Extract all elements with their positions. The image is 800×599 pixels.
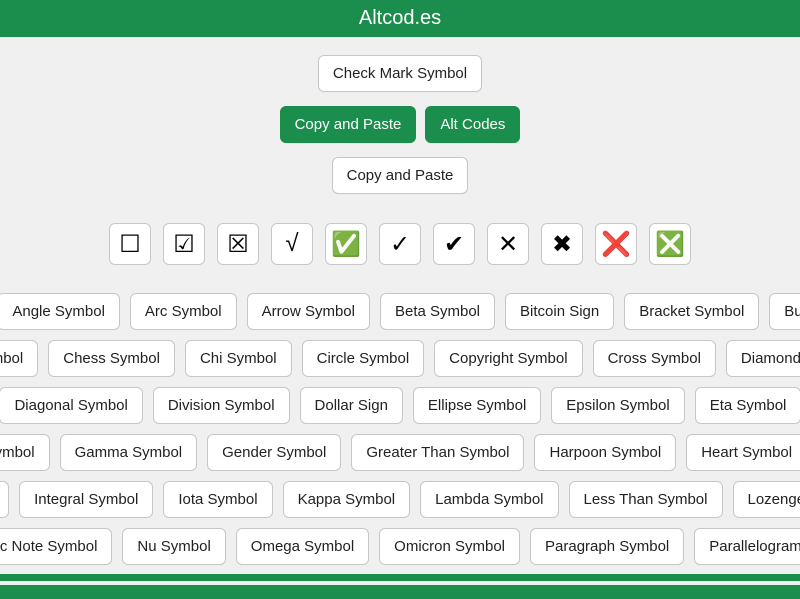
symbol-cross-mark-red[interactable]: ❌ <box>595 223 637 265</box>
symbol-check-light[interactable]: ✓ <box>379 223 421 265</box>
footer-bar <box>0 585 800 599</box>
symbol-square-root[interactable]: √ <box>271 223 313 265</box>
category-link[interactable]: Lozenge Symbo <box>733 481 800 518</box>
category-link[interactable]: Integral Symbol <box>19 481 153 518</box>
category-link[interactable]: Chess Symbol <box>48 340 175 377</box>
category-link[interactable]: Iota Symbol <box>163 481 272 518</box>
category-row-0: mbol Angle Symbol Arc Symbol Arrow Symbo… <box>0 293 800 330</box>
footer-divider <box>0 574 800 581</box>
category-link[interactable]: Chi Symbol <box>185 340 292 377</box>
category-link[interactable]: Division Symbol <box>153 387 290 424</box>
category-row-1: ark Symbol Chess Symbol Chi Symbol Circl… <box>0 340 800 377</box>
category-link[interactable]: ction Symbol <box>0 434 50 471</box>
symbol-x-heavy[interactable]: ✖ <box>541 223 583 265</box>
category-link[interactable]: Bullet Point <box>769 293 800 330</box>
category-link[interactable]: Nu Symbol <box>122 528 225 565</box>
category-link[interactable]: Ellipse Symbol <box>413 387 541 424</box>
category-link[interactable]: Diagonal Symbol <box>0 387 143 424</box>
category-link[interactable]: Paragraph Symbol <box>530 528 684 565</box>
category-link[interactable]: Beta Symbol <box>380 293 495 330</box>
category-link[interactable]: Bitcoin Sign <box>505 293 614 330</box>
category-link[interactable]: Diamond Symbo <box>726 340 800 377</box>
tab-row: Copy and Paste Alt Codes <box>280 106 521 143</box>
symbol-row: ☐ ☑ ☒ √ ✅ ✓ ✔ ✕ ✖ ❌ ❎ <box>109 223 691 265</box>
symbol-ballot-box-x[interactable]: ☒ <box>217 223 259 265</box>
symbol-x-light[interactable]: ✕ <box>487 223 529 265</box>
category-link[interactable]: Greater Than Symbol <box>351 434 524 471</box>
tab-copy-paste[interactable]: Copy and Paste <box>280 106 417 143</box>
subhead-button[interactable]: Copy and Paste <box>332 157 469 194</box>
category-link[interactable]: Lambda Symbol <box>420 481 558 518</box>
category-link[interactable]: Gender Symbol <box>207 434 341 471</box>
site-header: Altcod.es <box>0 0 800 37</box>
symbol-ballot-box-check[interactable]: ☑ <box>163 223 205 265</box>
category-link[interactable]: Music Note Symbol <box>0 528 112 565</box>
symbol-x-green-box[interactable]: ❎ <box>649 223 691 265</box>
category-link[interactable]: Angle Symbol <box>0 293 120 330</box>
category-link[interactable]: Eta Symbol <box>695 387 800 424</box>
category-link[interactable]: Copyright Symbol <box>434 340 582 377</box>
category-link[interactable]: Parallelogram Syn <box>694 528 800 565</box>
category-link[interactable]: Arc Symbol <box>130 293 237 330</box>
symbol-check-green-box[interactable]: ✅ <box>325 223 367 265</box>
category-link[interactable]: Omicron Symbol <box>379 528 520 565</box>
symbol-ballot-box[interactable]: ☐ <box>109 223 151 265</box>
category-link[interactable]: Circle Symbol <box>302 340 425 377</box>
category-link[interactable]: Less Than Symbol <box>569 481 723 518</box>
category-row-3: ction Symbol Gamma Symbol Gender Symbol … <box>0 434 800 471</box>
category-link[interactable]: Omega Symbol <box>236 528 369 565</box>
category-link[interactable]: Epsilon Symbol <box>551 387 684 424</box>
category-link[interactable]: Cross Symbol <box>593 340 716 377</box>
tab-alt-codes[interactable]: Alt Codes <box>425 106 520 143</box>
category-link[interactable]: Bracket Symbol <box>624 293 759 330</box>
category-link[interactable]: Kappa Symbol <box>283 481 411 518</box>
category-link[interactable]: Harpoon Symbol <box>534 434 676 471</box>
category-link[interactable]: Symbol <box>0 481 9 518</box>
symbol-check-heavy[interactable]: ✔ <box>433 223 475 265</box>
category-link[interactable]: Dollar Sign <box>300 387 403 424</box>
category-grid: mbol Angle Symbol Arc Symbol Arrow Symbo… <box>0 293 800 565</box>
category-row-4: Symbol Integral Symbol Iota Symbol Kappa… <box>0 481 800 518</box>
category-row-5: Music Note Symbol Nu Symbol Omega Symbol… <box>0 528 800 565</box>
page-title-button[interactable]: Check Mark Symbol <box>318 55 482 92</box>
category-row-2: mbol Diagonal Symbol Division Symbol Dol… <box>0 387 800 424</box>
main-content: Check Mark Symbol Copy and Paste Alt Cod… <box>0 37 800 565</box>
category-link[interactable]: ark Symbol <box>0 340 38 377</box>
category-link[interactable]: Gamma Symbol <box>60 434 198 471</box>
site-title: Altcod.es <box>359 7 441 29</box>
category-link[interactable]: Arrow Symbol <box>247 293 370 330</box>
category-link[interactable]: Heart Symbol <box>686 434 800 471</box>
